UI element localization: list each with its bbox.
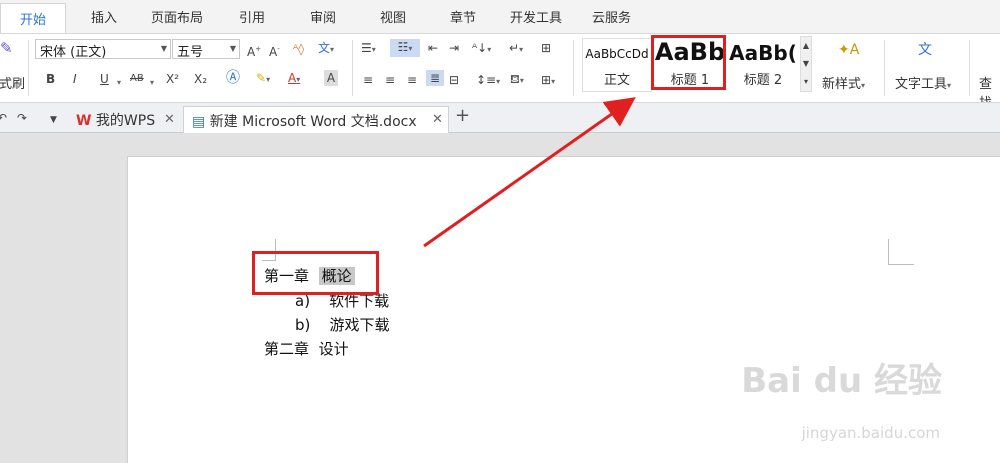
baidu-watermark-url: jingyan.baidu.com: [801, 424, 940, 442]
baidu-watermark: Bai du 经验: [741, 361, 942, 401]
